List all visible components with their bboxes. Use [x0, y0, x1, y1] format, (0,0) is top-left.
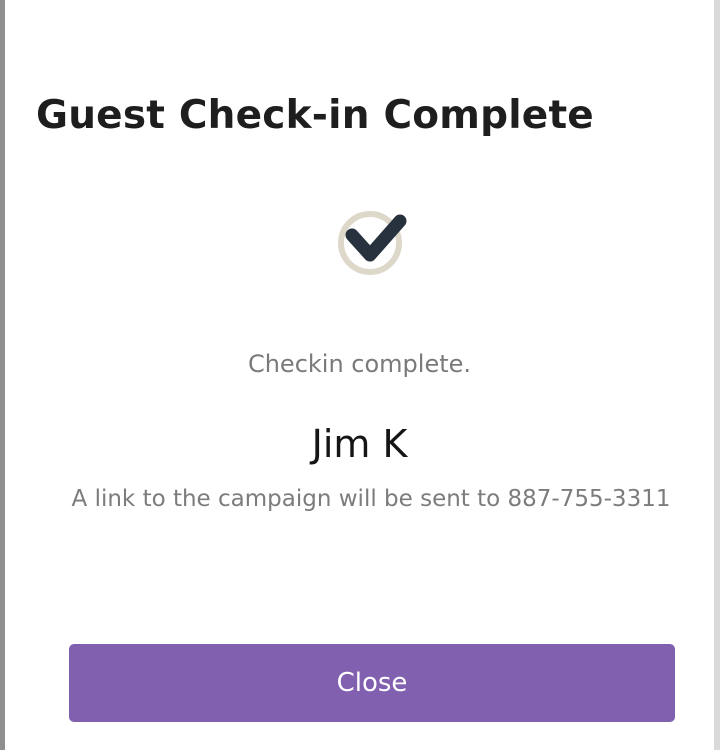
- guest-name: Jim K: [311, 422, 408, 466]
- dialog-title: Guest Check-in Complete: [36, 93, 594, 138]
- status-text: Checkin complete.: [247, 350, 472, 378]
- close-button[interactable]: Close: [69, 644, 675, 722]
- right-border: [714, 0, 720, 750]
- check-circle-icon: [334, 204, 410, 280]
- campaign-link-note: A link to the campaign will be sent to 8…: [71, 486, 671, 512]
- checkin-complete-dialog: Guest Check-in Complete Checkin complete…: [5, 0, 714, 750]
- screen: Guest Check-in Complete Checkin complete…: [0, 0, 720, 750]
